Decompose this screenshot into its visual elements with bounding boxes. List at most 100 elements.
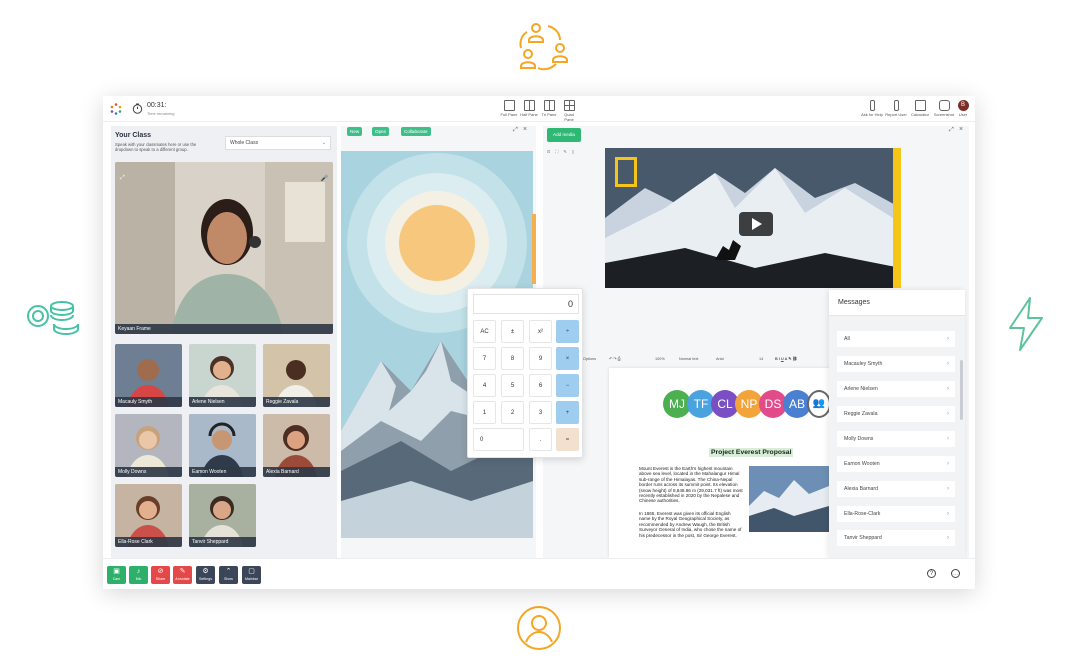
mic-button[interactable]: ♪ Mic: [129, 566, 148, 584]
open-button[interactable]: Open: [372, 127, 390, 136]
video-tile[interactable]: Molly Downs: [115, 414, 182, 477]
collaborate-button[interactable]: Collaborate: [401, 127, 431, 136]
calc-key-plus[interactable]: +: [556, 401, 579, 424]
message-thread[interactable]: Macauley Smyth ›: [837, 356, 955, 372]
doc-options[interactable]: Options: [583, 354, 596, 364]
half-pane-icon: [523, 100, 535, 111]
calculator-display: 0: [473, 294, 579, 314]
close-icon[interactable]: ×: [523, 126, 527, 133]
calc-key-decimal[interactable]: .: [529, 428, 552, 451]
calc-key-6[interactable]: 6: [529, 374, 552, 397]
group-dropdown-value: Whole Class: [230, 140, 259, 146]
chat-icon[interactable]: …: [951, 569, 960, 578]
calculator-popup[interactable]: 0 AC ± x² ÷ 7 8 9 × 4 5 6 − 1 2 3 + 0 . …: [467, 288, 583, 458]
camera-button[interactable]: ▣ Cam: [107, 566, 126, 584]
calc-key-9[interactable]: 9: [529, 347, 552, 370]
calc-key-ac[interactable]: AC: [473, 320, 496, 343]
message-thread[interactable]: Reggie Zavala ›: [837, 406, 955, 422]
message-thread[interactable]: Tanvir Sheppard ›: [837, 530, 955, 546]
message-thread[interactable]: Ella-Rose-Clark ›: [837, 506, 955, 522]
group-dropdown[interactable]: Whole Class ⌄: [225, 136, 331, 150]
video-tile[interactable]: Eamon Wooten: [189, 414, 256, 477]
expand-icon[interactable]: ⤢: [949, 127, 954, 134]
calc-key-multiply[interactable]: ×: [556, 347, 579, 370]
calc-key-0[interactable]: 0: [473, 428, 524, 451]
layout-half-pane[interactable]: Half Pane: [519, 100, 539, 117]
calc-key-minus[interactable]: −: [556, 374, 579, 397]
video-tile[interactable]: Alexia Barnard: [263, 414, 330, 477]
doc-toolbar[interactable]: Options ↶ ↷ ⎙ 100% Normal text Arial 14 …: [583, 354, 863, 364]
message-thread[interactable]: Arlene Nielsen ›: [837, 381, 955, 397]
message-thread-all[interactable]: All ›: [837, 331, 955, 347]
layout-quad-label: Quad Pane: [564, 112, 574, 122]
expand-icon[interactable]: ⤢: [513, 127, 518, 134]
calculator-button[interactable]: Calculator: [909, 100, 931, 117]
calc-key-3[interactable]: 3: [529, 401, 552, 424]
calc-key-2[interactable]: 2: [501, 401, 524, 424]
format-icons[interactable]: B I U A ✎ ⛓: [775, 354, 797, 364]
collaborate-label: Collaborate: [404, 129, 428, 134]
calc-key-divide[interactable]: ÷: [556, 320, 579, 343]
video-tile[interactable]: Arlene Nielsen: [189, 344, 256, 407]
calc-key-8[interactable]: 8: [501, 347, 524, 370]
annotate-button[interactable]: ✎ Annotate: [173, 566, 192, 584]
user-button[interactable]: B User: [955, 100, 971, 117]
settings-button[interactable]: ⚙ Settings: [196, 566, 215, 584]
scroll-indicator[interactable]: [532, 214, 536, 284]
chevron-right-icon: ›: [947, 535, 949, 541]
share-label: Share: [155, 577, 166, 581]
video-player[interactable]: [605, 148, 901, 288]
mainbar-button[interactable]: ▢ Mainbar: [242, 566, 261, 584]
ask-help-button[interactable]: Ask for Help: [861, 100, 883, 117]
user-avatar: B: [957, 100, 969, 111]
user-label: User: [958, 112, 968, 117]
more-users-icon[interactable]: 👥: [807, 390, 831, 418]
show-button[interactable]: ⌃ Show: [219, 566, 238, 584]
tile-name: Alexia Barnard: [263, 467, 330, 477]
doc-style[interactable]: Normal text: [679, 354, 698, 364]
layout-quad-pane[interactable]: Quad Pane: [559, 100, 579, 122]
doc-zoom[interactable]: 100%: [655, 354, 665, 364]
play-button[interactable]: [739, 212, 773, 236]
help-icon[interactable]: ?: [927, 569, 936, 578]
calc-key-plusminus[interactable]: ±: [501, 320, 524, 343]
thread-label: Molly Downs: [844, 436, 874, 442]
chevron-right-icon: ›: [947, 511, 949, 517]
messages-scrollbar[interactable]: [960, 360, 963, 420]
video-tile[interactable]: Reggie Zavala: [263, 344, 330, 407]
camera-icon: [938, 100, 950, 111]
close-icon[interactable]: ×: [959, 126, 963, 133]
calc-key-equals[interactable]: =: [556, 428, 579, 451]
tile-name: Eamon Wooten: [189, 467, 256, 477]
chevron-right-icon: ›: [947, 361, 949, 367]
video-tile[interactable]: Tanvir Sheppard: [189, 484, 256, 547]
calc-key-square[interactable]: x²: [529, 320, 552, 343]
add-media-button[interactable]: Add media: [547, 128, 581, 142]
report-user-button[interactable]: Report User: [885, 100, 907, 117]
ask-help-label: Ask for Help: [861, 112, 883, 117]
media-tool-icons[interactable]: ⊡ ⛶ ✎ ▯: [547, 149, 576, 154]
video-tile[interactable]: Macauly Smyth: [115, 344, 182, 407]
calc-key-5[interactable]: 5: [501, 374, 524, 397]
doc-font[interactable]: Arial: [716, 354, 724, 364]
message-thread[interactable]: Eamon Wooten ›: [837, 456, 955, 472]
share-button[interactable]: ⊘ Share: [151, 566, 170, 584]
new-button[interactable]: New: [347, 127, 363, 136]
thread-label: Arlene Nielsen: [844, 386, 878, 392]
screenshot-button[interactable]: Screenshot: [933, 100, 955, 117]
message-thread[interactable]: Molly Downs ›: [837, 431, 955, 447]
calc-key-4[interactable]: 4: [473, 374, 496, 397]
tile-name: Arlene Nielsen: [189, 397, 256, 407]
chevron-right-icon: ›: [947, 486, 949, 492]
doc-paragraph-2: In 1865, Everest was given its official …: [639, 511, 742, 538]
layout-tri-pane[interactable]: Tri Pane: [539, 100, 559, 117]
expand-icon[interactable]: ⤢: [120, 175, 125, 182]
undo-icon[interactable]: ↶ ↷ ⎙: [609, 354, 621, 364]
main-video-tile[interactable]: ⤢ 🎤 Keyaan Frame: [115, 162, 333, 334]
calc-key-1[interactable]: 1: [473, 401, 496, 424]
doc-font-size[interactable]: 14: [759, 354, 763, 364]
calc-key-7[interactable]: 7: [473, 347, 496, 370]
video-tile[interactable]: Ella-Rose Clark: [115, 484, 182, 547]
layout-full-pane[interactable]: Full Pane: [499, 100, 519, 117]
message-thread[interactable]: Alexia Barnard ›: [837, 481, 955, 497]
